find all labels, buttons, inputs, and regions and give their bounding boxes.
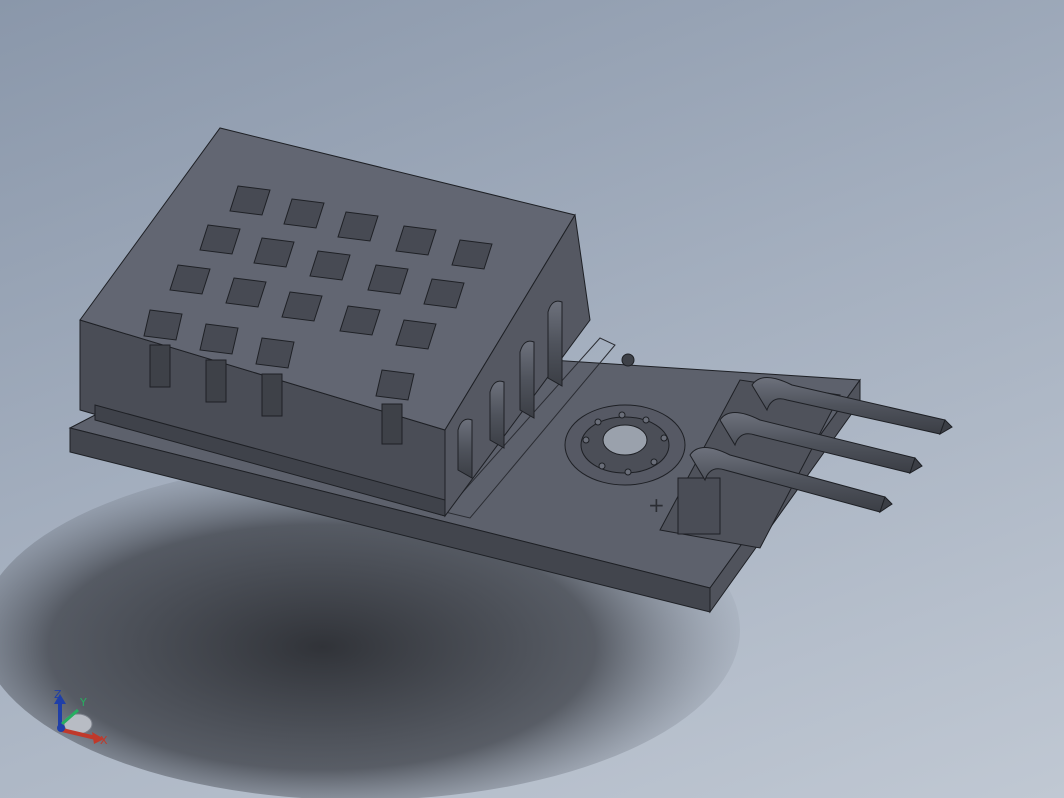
y-axis-label: Y [79, 696, 87, 709]
z-axis-label: Z [54, 688, 62, 701]
axis-triad[interactable]: Z Y X [40, 686, 120, 756]
cad-viewport[interactable]: + [0, 0, 1064, 798]
silk-plus-mark: + [648, 493, 665, 517]
x-axis-label: X [100, 734, 108, 747]
led-hole [621, 353, 635, 367]
triad-origin [57, 724, 65, 732]
mounting-hole [564, 404, 686, 486]
